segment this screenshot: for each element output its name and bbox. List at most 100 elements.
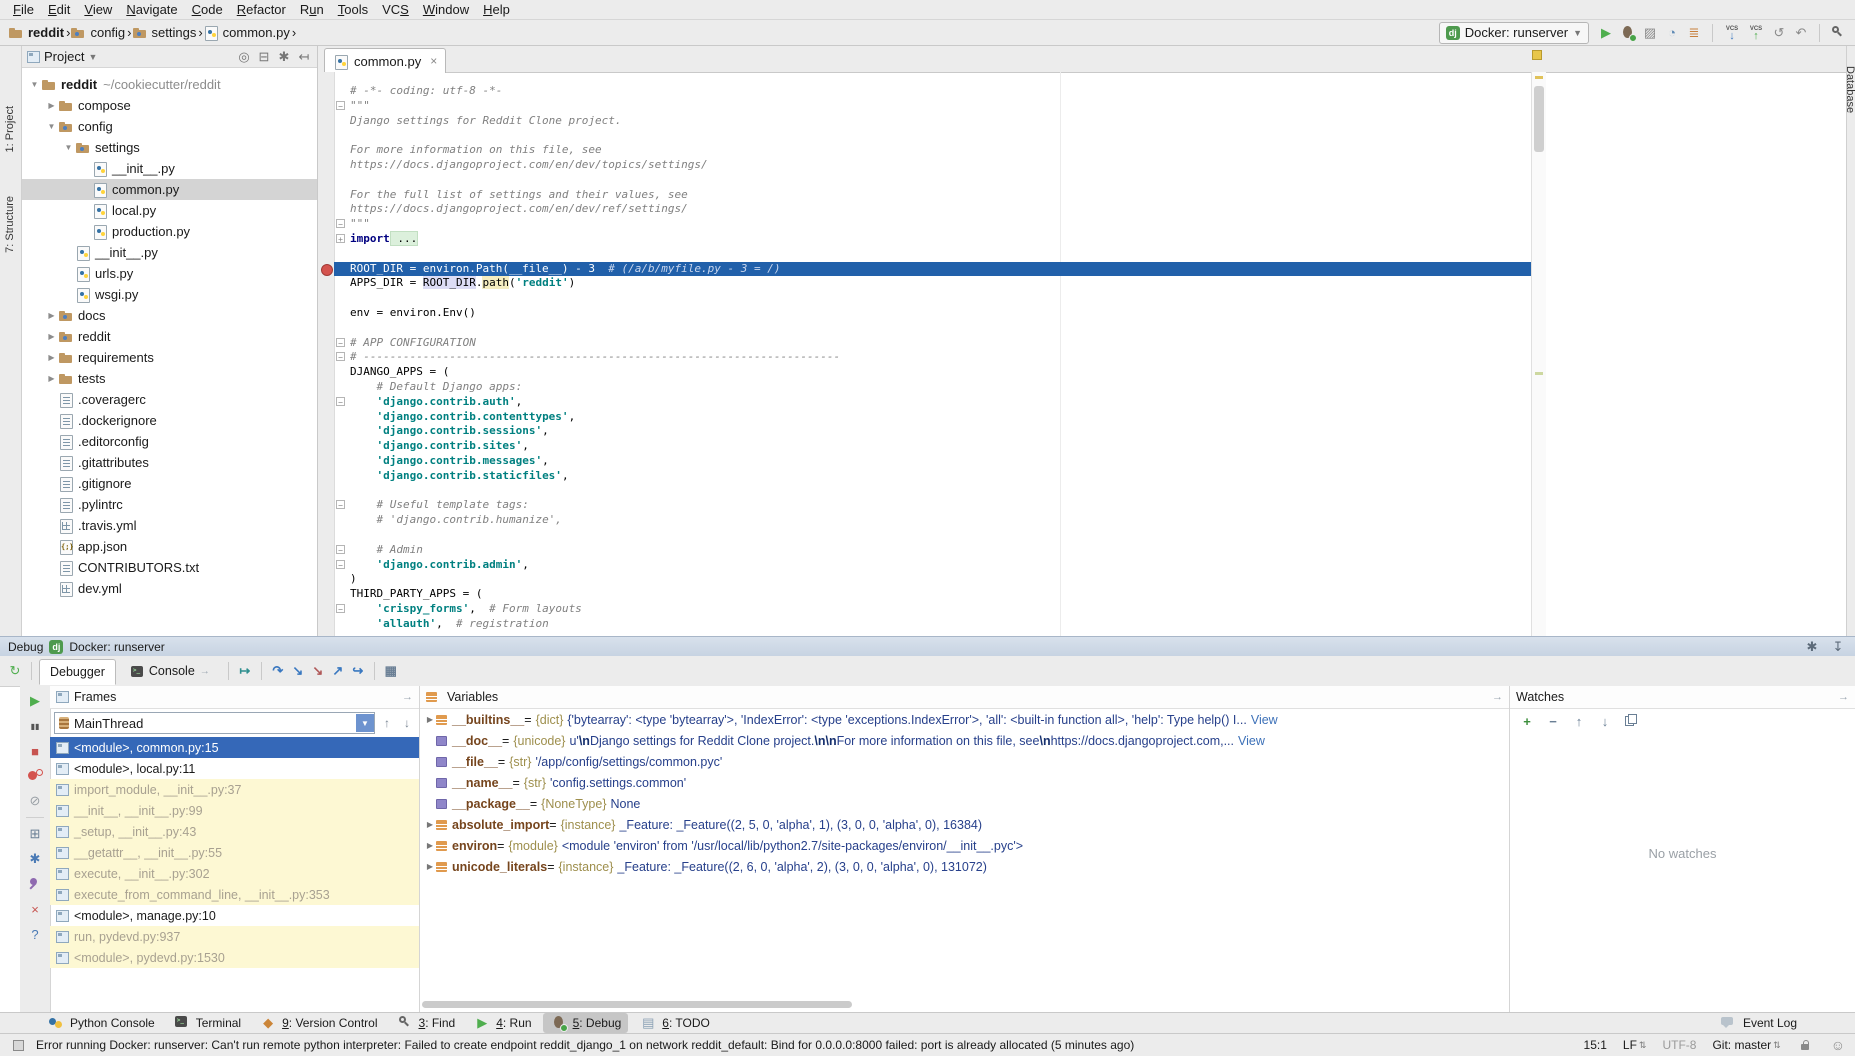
force-step-into-icon[interactable]: ↘ [309, 662, 327, 680]
run-dashboard-icon[interactable]: ≣ [1685, 24, 1703, 42]
frame-row[interactable]: <module>, local.py:11 [50, 758, 419, 779]
search-everywhere-icon[interactable] [1829, 24, 1847, 42]
step-out-icon[interactable]: ↗ [329, 662, 347, 680]
move-down-icon[interactable]: ↓ [1596, 712, 1614, 730]
breadcrumb-settings[interactable]: settings [132, 25, 197, 40]
previous-frame-icon[interactable]: ↑ [379, 716, 395, 730]
variable-row[interactable]: __name__ = {str}'config.settings.common' [420, 772, 1509, 793]
tree-item-compose[interactable]: ▶compose [22, 95, 317, 116]
add-watch-icon[interactable]: + [1518, 712, 1536, 730]
menu-edit[interactable]: Edit [41, 0, 77, 20]
jump-to-output-icon[interactable]: → [200, 666, 210, 677]
fold-marker[interactable]: − [336, 219, 345, 228]
tree-item--dockerignore[interactable]: .dockerignore [22, 410, 317, 431]
fold-marker[interactable]: − [336, 500, 345, 509]
expand-icon[interactable]: ▶ [424, 715, 436, 724]
menu-help[interactable]: Help [476, 0, 517, 20]
restore-layout-icon[interactable]: ⊞ [26, 825, 44, 843]
tree-item-app-json[interactable]: app.json [22, 536, 317, 557]
remove-watch-icon[interactable]: − [1544, 712, 1562, 730]
tree-item-dev-yml[interactable]: dev.yml [22, 578, 317, 599]
tree-item-urls-py[interactable]: urls.py [22, 263, 317, 284]
menu-file[interactable]: File [6, 0, 41, 20]
file-encoding[interactable]: UTF-8 [1662, 1038, 1696, 1052]
menu-tools[interactable]: Tools [331, 0, 375, 20]
tool-window-button-3-find[interactable]: 3: Find [389, 1013, 463, 1033]
event-log-button[interactable]: Event Log [1719, 1014, 1797, 1032]
editor-area[interactable]: common.py × # -*- coding: utf-8 -*-−"""D… [318, 46, 1846, 636]
tool-window-button-4-run[interactable]: ▶4: Run [466, 1013, 538, 1033]
profiler-icon[interactable]: ◔ [1663, 24, 1681, 42]
fold-marker[interactable]: − [336, 352, 345, 361]
tree-item--gitattributes[interactable]: .gitattributes [22, 452, 317, 473]
tree-item--travis-yml[interactable]: .travis.yml [22, 515, 317, 536]
float-panel-icon[interactable]: → [1492, 691, 1503, 703]
coverage-icon[interactable]: ▨ [1641, 24, 1659, 42]
tab-debugger[interactable]: Debugger [39, 659, 116, 685]
tree-expander-icon[interactable]: ▶ [45, 311, 58, 320]
breadcrumb-common-py[interactable]: common.py [203, 25, 290, 40]
frame-row[interactable]: <module>, common.py:15 [50, 737, 419, 758]
expand-icon[interactable]: ▶ [424, 841, 436, 850]
local-history-icon[interactable]: ↺ [1770, 24, 1788, 42]
tree-item-config[interactable]: ▼config [22, 116, 317, 137]
view-link[interactable]: View [1238, 734, 1265, 748]
breakpoint-icon[interactable] [321, 264, 333, 276]
tree-expander-icon[interactable]: ▶ [45, 101, 58, 110]
tree-item-tests[interactable]: ▶tests [22, 368, 317, 389]
stripe-mark[interactable] [1535, 372, 1543, 375]
chevron-down-icon[interactable]: ▼ [88, 52, 97, 62]
frame-row[interactable]: run, pydevd.py:937 [50, 926, 419, 947]
hide-panel-icon[interactable]: ↤ [295, 48, 313, 66]
locate-icon[interactable]: ◎ [235, 48, 253, 66]
editor-scrollbar[interactable] [1531, 72, 1546, 636]
tree-item-settings[interactable]: ▼settings [22, 137, 317, 158]
menu-window[interactable]: Window [416, 0, 476, 20]
tool-window-button-5-debug[interactable]: 5: Debug [543, 1013, 629, 1033]
scrollbar-thumb[interactable] [1534, 86, 1544, 152]
fold-marker[interactable]: + [336, 234, 345, 243]
tool-window-button-python-console[interactable]: Python Console [40, 1013, 162, 1033]
run-configuration-select[interactable]: dj Docker: runserver ▼ [1439, 22, 1589, 44]
variable-row[interactable]: ▶__builtins__ = {dict}{'bytearray': <typ… [420, 709, 1509, 730]
highlighting-level-icon[interactable]: ☺ [1831, 1037, 1845, 1053]
fold-marker[interactable]: − [336, 338, 345, 347]
view-breakpoints-icon[interactable] [26, 767, 44, 785]
tool-window-button-6-todo[interactable]: ▤6: TODO [632, 1013, 717, 1033]
run-to-cursor-icon[interactable]: ↪ [349, 662, 367, 680]
tree-item-__init__-py[interactable]: __init__.py [22, 158, 317, 179]
undo-icon[interactable]: ↶ [1792, 24, 1810, 42]
tree-item-requirements[interactable]: ▶requirements [22, 347, 317, 368]
frame-row[interactable]: execute, __init__.py:302 [50, 863, 419, 884]
menu-navigate[interactable]: Navigate [119, 0, 184, 20]
tree-item-reddit[interactable]: ▼reddit~/cookiecutter/reddit [22, 74, 317, 95]
tree-item-docs[interactable]: ▶docs [22, 305, 317, 326]
frame-row[interactable]: import_module, __init__.py:37 [50, 779, 419, 800]
tree-item-common-py[interactable]: common.py [22, 179, 317, 200]
menu-refactor[interactable]: Refactor [230, 0, 293, 20]
resume-icon[interactable]: ▶ [26, 692, 44, 710]
next-frame-icon[interactable]: ↓ [399, 716, 415, 730]
menu-code[interactable]: Code [185, 0, 230, 20]
evaluate-expression-icon[interactable]: ▦ [382, 662, 400, 680]
tree-expander-icon[interactable]: ▶ [45, 332, 58, 341]
editor-tab-common-py[interactable]: common.py × [324, 48, 446, 73]
tree-expander-icon[interactable]: ▼ [28, 80, 41, 89]
variable-row[interactable]: __doc__ = {unicode}u'\nDjango settings f… [420, 730, 1509, 751]
variables-horizontal-scrollbar[interactable] [422, 1001, 852, 1008]
debugger-settings-icon[interactable]: ✱ [26, 850, 44, 868]
tree-item-local-py[interactable]: local.py [22, 200, 317, 221]
copy-icon[interactable] [1622, 712, 1640, 730]
tool-window-button-terminal[interactable]: Terminal [166, 1013, 248, 1033]
move-up-icon[interactable]: ↑ [1570, 712, 1588, 730]
tool-window-button-9-version-control[interactable]: ◆9: Version Control [252, 1013, 384, 1033]
tree-item--pylintrc[interactable]: .pylintrc [22, 494, 317, 515]
tree-item--editorconfig[interactable]: .editorconfig [22, 431, 317, 452]
tree-item-contributors-txt[interactable]: CONTRIBUTORS.txt [22, 557, 317, 578]
tree-item-wsgi-py[interactable]: wsgi.py [22, 284, 317, 305]
breadcrumb-config[interactable]: config [70, 25, 125, 40]
menu-run[interactable]: Run [293, 0, 331, 20]
run-icon[interactable]: ▶ [1597, 24, 1615, 42]
expand-icon[interactable]: ▶ [424, 862, 436, 871]
menu-view[interactable]: View [77, 0, 119, 20]
